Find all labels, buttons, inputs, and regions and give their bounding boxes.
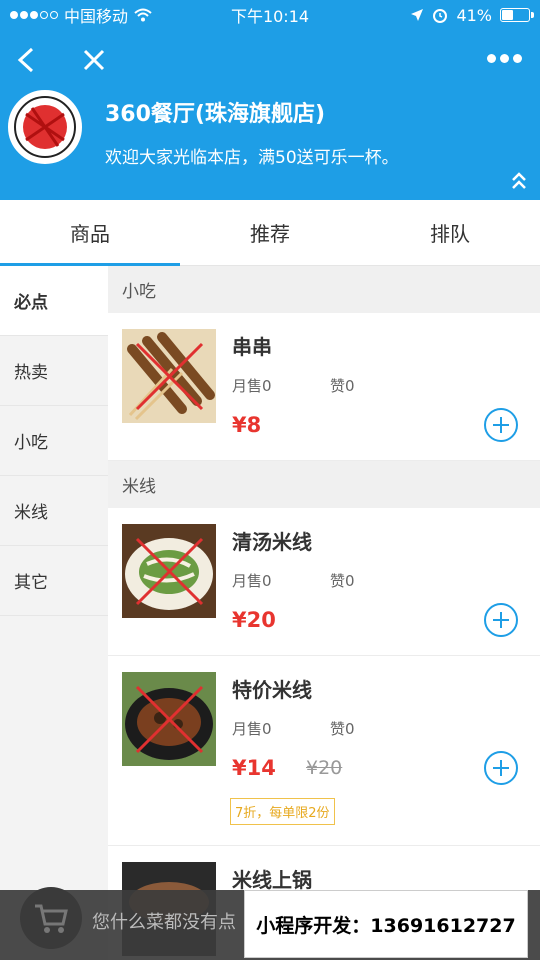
sidebar-item-snacks[interactable]: 小吃: [0, 406, 108, 476]
discount-tag: 7折，每单限2份: [230, 798, 335, 825]
sidebar-item-noodles[interactable]: 米线: [0, 476, 108, 546]
food-image: [122, 524, 216, 618]
add-to-cart-button[interactable]: [484, 408, 518, 442]
battery-percent: 41%: [456, 5, 492, 25]
more-icon[interactable]: [487, 54, 522, 63]
carrier-label: 中国移动: [64, 7, 129, 26]
sidebar-item-label: 必点: [14, 293, 48, 313]
list-item[interactable]: 清汤米线 月售0 赞0 ¥20: [108, 508, 540, 656]
item-sales: 月售0: [232, 720, 272, 738]
cart-empty-text: 您什么菜都没有点: [92, 912, 236, 933]
developer-contact-banner: 小程序开发：13691612727: [244, 890, 528, 958]
shop-logo: [8, 90, 82, 164]
tab-label: 排队: [430, 222, 470, 246]
item-name: 串串: [232, 335, 272, 359]
item-price: ¥8: [232, 413, 262, 437]
item-price: ¥20: [232, 608, 276, 632]
sidebar-item-label: 其它: [14, 573, 48, 593]
item-sales: 月售0: [232, 377, 272, 395]
shop-notice: 欢迎大家光临本店，满50送可乐一杯。: [105, 148, 399, 168]
sidebar-item-hot[interactable]: 热卖: [0, 336, 108, 406]
tab-label: 商品: [70, 222, 110, 246]
sidebar-item-other[interactable]: 其它: [0, 546, 108, 616]
item-sales: 月售0: [232, 572, 272, 590]
tab-label: 推荐: [250, 222, 290, 246]
tab-bar: 商品 推荐 排队: [0, 200, 540, 266]
item-name: 米线上锅: [232, 868, 312, 892]
category-sidebar: 必点 热卖 小吃 米线 其它: [0, 266, 108, 960]
add-to-cart-button[interactable]: [484, 751, 518, 785]
item-name: 特价米线: [232, 678, 312, 702]
food-image: [122, 329, 216, 423]
alarm-icon: [433, 9, 448, 23]
tab-queue[interactable]: 排队: [360, 200, 540, 265]
item-price: ¥14: [232, 756, 276, 780]
tab-recommend[interactable]: 推荐: [180, 200, 360, 265]
status-time: 下午10:14: [230, 7, 310, 26]
item-likes: 赞0: [330, 720, 355, 738]
item-likes: 赞0: [330, 377, 355, 395]
back-icon[interactable]: [14, 46, 36, 74]
sidebar-item-must-order[interactable]: 必点: [0, 266, 108, 336]
wifi-icon: [134, 8, 152, 22]
tab-products[interactable]: 商品: [0, 200, 180, 266]
status-bar: 中国移动 下午10:14 41%: [0, 0, 540, 30]
cart-icon[interactable]: [20, 887, 82, 949]
shop-header: 360餐厅(珠海旗舰店) 欢迎大家光临本店，满50送可乐一杯。: [0, 30, 540, 200]
sidebar-item-label: 小吃: [14, 433, 48, 453]
item-likes: 赞0: [330, 572, 355, 590]
shop-name: 360餐厅(珠海旗舰店): [105, 102, 326, 127]
cart-bar: 您什么菜都没有点 小程序开发：13691612727: [0, 887, 540, 960]
section-header: 米线: [108, 461, 540, 508]
list-item[interactable]: 特价米线 月售0 赞0 ¥14 ¥20 7折，每单限2份: [108, 656, 540, 846]
location-icon: [411, 9, 424, 21]
chevron-up-icon[interactable]: [510, 170, 528, 192]
sidebar-item-label: 米线: [14, 503, 48, 523]
menu-list: 小吃 串串 月售0 赞0 ¥8 米线 清汤米线 月售0 赞0 ¥20 特价米线 …: [108, 266, 540, 960]
item-original-price: ¥20: [306, 757, 343, 779]
signal-icon: [10, 11, 58, 19]
sidebar-item-label: 热卖: [14, 363, 48, 383]
section-header: 小吃: [108, 266, 540, 313]
close-icon[interactable]: [82, 48, 106, 72]
add-to-cart-button[interactable]: [484, 603, 518, 637]
list-item[interactable]: 串串 月售0 赞0 ¥8: [108, 313, 540, 461]
item-name: 清汤米线: [232, 530, 312, 554]
battery-icon: [500, 8, 534, 22]
food-image: [122, 672, 216, 766]
